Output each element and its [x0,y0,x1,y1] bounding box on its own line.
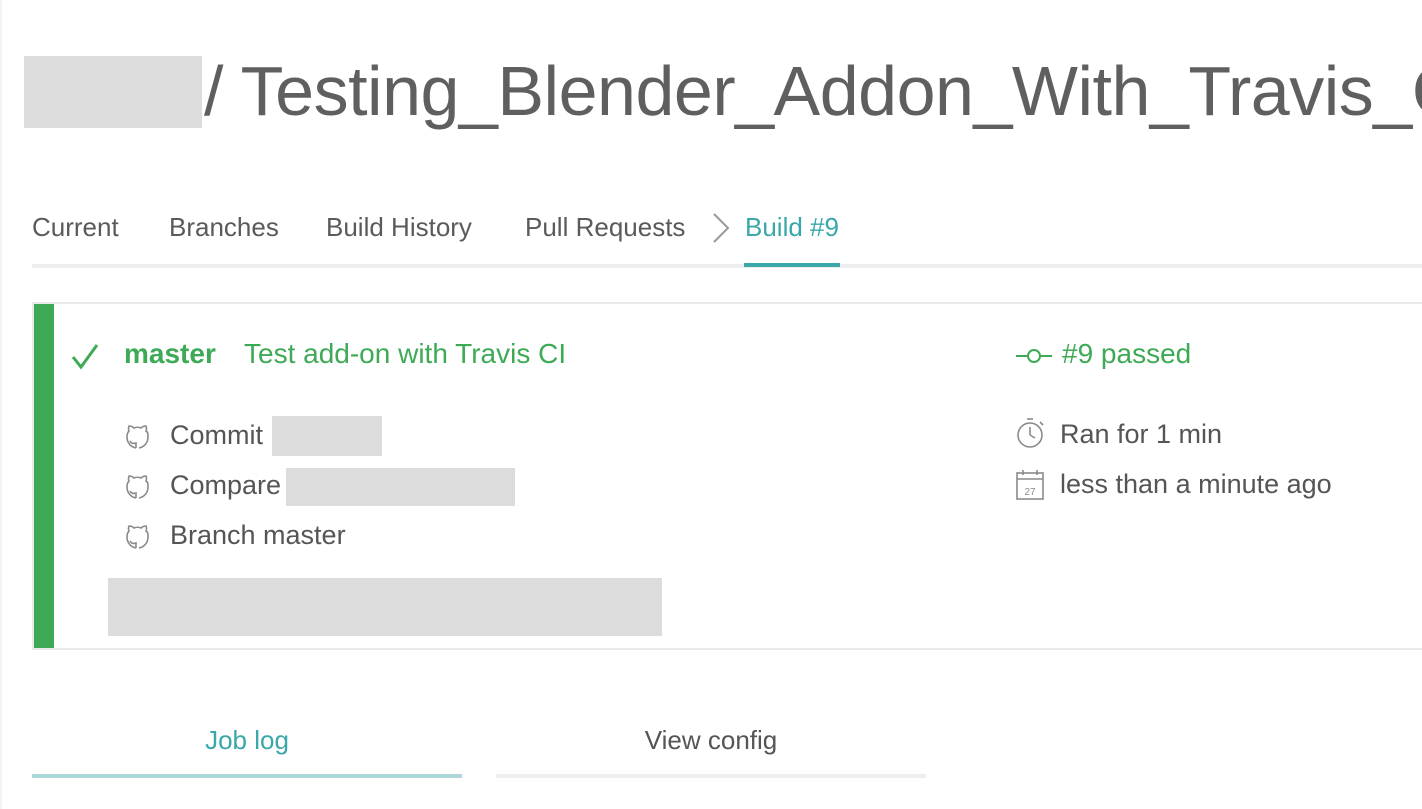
branch-name[interactable]: master [124,338,216,370]
build-duration: Ran for 1 min [1060,419,1223,449]
repo-title[interactable]: / Testing_Blender_Addon_With_Travis_CI [204,46,1422,136]
tab-view-config[interactable]: View config [496,708,926,778]
author-redacted [108,578,662,636]
calendar-icon: 27 [1016,470,1044,500]
tab-build-history[interactable]: Build History [326,212,472,243]
compare-label: Compare [170,470,282,500]
github-icon [126,525,149,549]
github-icon [126,425,149,449]
build-finished-time: less than a minute ago [1060,469,1332,499]
build-tabs: Current Branches Build History Pull Requ… [32,200,1422,268]
status-bar [34,304,54,648]
tab-current[interactable]: Current [32,212,119,243]
calendar-day: 27 [1024,487,1036,498]
check-icon [71,344,99,370]
github-icon [126,475,149,499]
compare-range-redacted [286,468,515,506]
build-summary-card: master Test add-on with Travis CI Commit… [32,302,1422,650]
commit-label: Commit [170,420,263,450]
active-tab-indicator [744,263,840,267]
commit-message[interactable]: Test add-on with Travis CI [244,338,566,370]
tab-job-log[interactable]: Job log [32,708,462,778]
tab-pull-requests[interactable]: Pull Requests [525,212,685,243]
repo-owner-redacted [24,56,202,128]
chevron-right-icon [713,213,730,243]
tab-build[interactable]: Build #9 [745,212,839,243]
commit-node-icon [1016,349,1052,363]
stopwatch-icon [1017,418,1044,448]
branch-label: Branch master [170,520,346,550]
page-edge [0,0,2,809]
commit-hash-redacted [272,416,382,456]
build-status[interactable]: #9 passed [1062,338,1191,370]
tab-branches[interactable]: Branches [169,212,279,243]
